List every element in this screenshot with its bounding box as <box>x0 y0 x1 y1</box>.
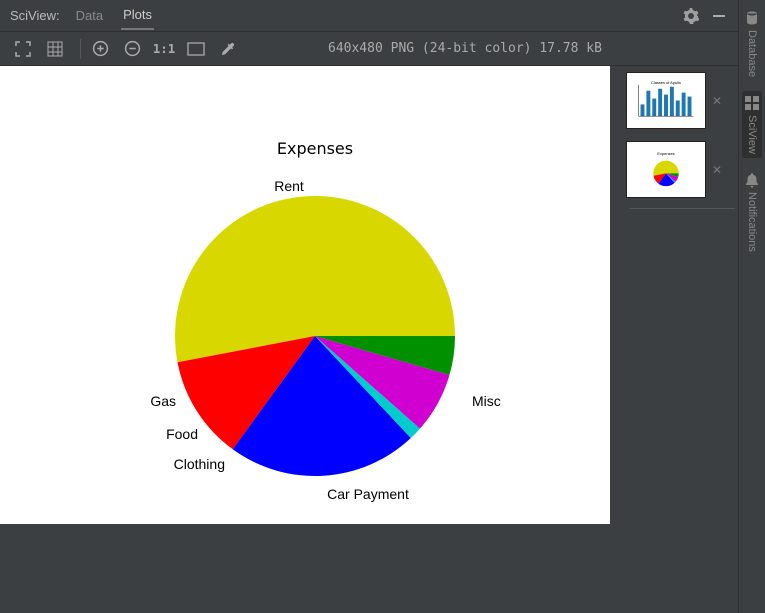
sciview-icon <box>744 95 760 111</box>
grid-icon[interactable] <box>42 36 68 62</box>
pie-label: Misc <box>472 393 501 409</box>
database-icon <box>744 10 760 26</box>
pie-label: Clothing <box>174 456 225 472</box>
rail-label: Database <box>746 30 758 77</box>
rail-sciview[interactable]: SciView <box>742 91 762 158</box>
plot-canvas[interactable]: Expenses Rent Misc Car Payment Clothing Food G… <box>0 66 610 524</box>
thumbnail-row: Expenses ✕ <box>626 135 738 204</box>
tab-data[interactable]: Data <box>74 2 105 29</box>
plot-area: Expenses Rent Misc Car Payment Clothing Food G… <box>0 66 738 613</box>
tab-plots[interactable]: Plots <box>121 1 154 30</box>
zoom-out-icon[interactable] <box>119 36 145 62</box>
pie-label: Food <box>166 426 198 442</box>
svg-text:Classes of Apollo: Classes of Apollo <box>651 80 682 85</box>
pie-label: Rent <box>274 178 304 194</box>
thumbnails-column: Classes of Apollo <box>626 66 738 613</box>
minimize-icon[interactable] <box>710 7 728 25</box>
header-bar: SciView: Data Plots <box>0 0 738 32</box>
close-icon[interactable]: ✕ <box>712 163 722 177</box>
rail-notifications[interactable]: Notifications <box>742 168 762 256</box>
main-panel: SciView: Data Plots <box>0 0 738 613</box>
color-picker-icon[interactable] <box>215 36 241 62</box>
pie-label: Gas <box>150 393 176 409</box>
svg-text:Expenses: Expenses <box>657 151 674 156</box>
fit-screen-icon[interactable] <box>10 36 36 62</box>
rail-label: SciView <box>746 115 758 154</box>
gear-icon[interactable] <box>682 7 700 25</box>
close-icon[interactable]: ✕ <box>712 94 722 108</box>
fit-window-icon[interactable] <box>183 36 209 62</box>
bell-icon <box>744 172 760 188</box>
right-tool-rail: Database SciView Notifications <box>738 0 765 613</box>
thumbnail-bar-chart[interactable]: Classes of Apollo <box>626 72 706 129</box>
toolbar: 1:1 640x480 PNG (24-bit color) 17.78 kB <box>0 32 738 66</box>
thumbnails-separator <box>629 208 735 209</box>
pie-label: Car Payment <box>327 486 409 502</box>
image-status-text: 640x480 PNG (24-bit color) 17.78 kB <box>328 41 602 56</box>
zoom-in-icon[interactable] <box>87 36 113 62</box>
thumbnail-row: Classes of Apollo <box>626 66 738 135</box>
rail-database[interactable]: Database <box>742 6 762 81</box>
panel-title: SciView: <box>10 8 60 23</box>
actual-size-button[interactable]: 1:1 <box>151 36 177 62</box>
rail-label: Notifications <box>746 192 758 252</box>
thumbnail-pie-chart[interactable]: Expenses <box>626 141 706 198</box>
chart-title: Expenses <box>277 139 353 158</box>
